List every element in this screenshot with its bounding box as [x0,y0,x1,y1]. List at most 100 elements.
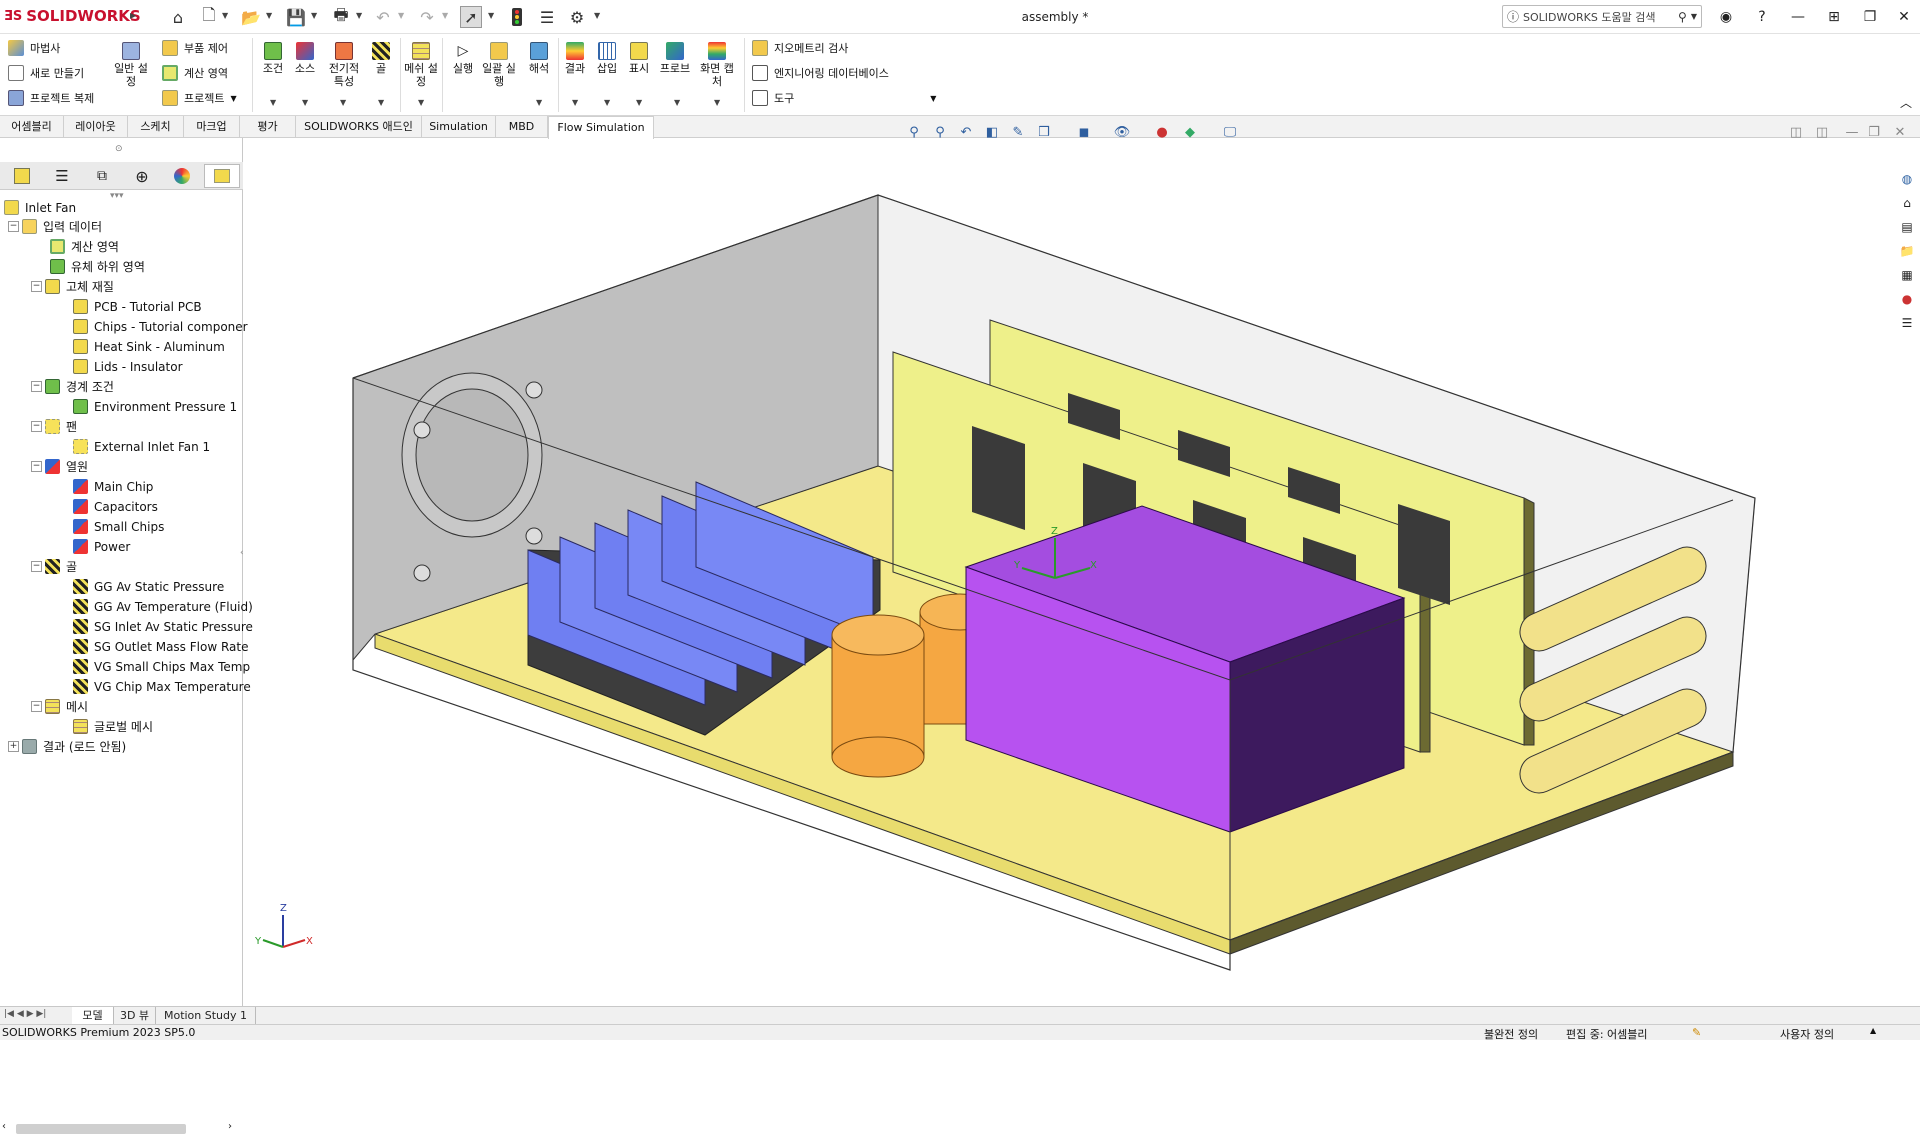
tab-assembly[interactable]: 어셈블리 [0,116,64,138]
home-icon[interactable]: ⌂ [1896,192,1918,214]
computational-domain-button[interactable]: 계산 영역 [162,63,228,83]
configuration-manager-tab[interactable]: ⧉ [84,164,120,188]
source-dropdown-icon[interactable]: ▼ [302,98,308,107]
project-button[interactable]: 프로젝트 ▼ [162,88,237,108]
collapse-toggle-icon[interactable]: − [31,281,42,292]
tab-simulation[interactable]: Simulation [422,116,496,138]
tab-addins[interactable]: SOLIDWORKS 애드인 [296,116,422,138]
appearances-icon[interactable]: ● [1896,288,1918,310]
panel-grip-icon[interactable]: ⊙ [115,144,123,154]
results-dropdown-icon[interactable]: ▼ [572,98,578,107]
tree-boundary-conditions[interactable]: − 경계 조건 [31,377,114,396]
tree-external-inlet-fan[interactable]: External Inlet Fan 1 [73,437,210,456]
feature-manager-tab[interactable] [4,164,40,188]
help-search-input[interactable]: ⓘ SOLIDWORKS 도움말 검색 ⚲ ▼ [1502,5,1702,28]
electrical-dropdown-icon[interactable]: ▼ [340,98,346,107]
insert-dropdown-icon[interactable]: ▼ [604,98,610,107]
display-manager-tab[interactable] [164,164,200,188]
units-dropdown-icon[interactable]: ▲ [1870,1026,1876,1035]
general-settings-button[interactable]: 일반 설정 [114,42,148,88]
tab-nav-arrows-icon[interactable]: |◀ ◀ ▶ ▶| [4,1009,46,1019]
tree-source-small-chips[interactable]: Small Chips [73,517,164,536]
property-manager-tab[interactable]: ☰ [44,164,80,188]
collapse-toggle-icon[interactable]: − [31,561,42,572]
tree-material-lids[interactable]: Lids - Insulator [73,357,183,376]
results-button[interactable]: 결과 [558,42,592,75]
tree-results[interactable]: + 결과 (로드 안됨) [8,737,126,756]
solidworks-resources-icon[interactable]: ◍ [1896,168,1918,190]
tree-material-heatsink[interactable]: Heat Sink - Aluminum [73,337,225,356]
tree-input-data[interactable]: − 입력 데이터 [8,217,102,236]
probe-dropdown-icon[interactable]: ▼ [674,98,680,107]
tab-layout[interactable]: 레이아웃 [64,116,128,138]
rebuild-status-icon[interactable]: ✎ [1692,1026,1701,1039]
tree-fluid-subdomain[interactable]: 유체 하위 영역 [50,257,145,276]
fan-inner-ring[interactable] [415,388,529,522]
tree-goals[interactable]: − 골 [31,557,77,576]
tree-goal-item[interactable]: VG Chip Max Temperature [73,677,251,696]
display-dropdown-icon[interactable]: ▼ [636,98,642,107]
small-chip[interactable] [972,426,1025,530]
tree-heat-sources[interactable]: − 열원 [31,457,88,476]
tab-evaluate[interactable]: 평가 [240,116,296,138]
tree-mesh[interactable]: − 메시 [31,697,88,716]
tree-source-capacitors[interactable]: Capacitors [73,497,158,516]
restore-icon[interactable]: ❐ [1856,6,1884,28]
help-icon[interactable]: ? [1748,6,1776,28]
batch-run-button[interactable]: 일괄 실행 [482,42,516,88]
collapse-toggle-icon[interactable]: − [31,381,42,392]
electrical-button[interactable]: 전기적 특성 [324,42,364,88]
mesh-settings-button[interactable]: 메쉬 설정 [404,42,438,88]
tree-material-chips[interactable]: Chips - Tutorial componer [73,317,248,336]
scroll-left-icon[interactable]: ‹ [2,1121,6,1132]
dimxpert-tab[interactable]: ⊕ [124,164,160,188]
tree-goal-item[interactable]: SG Inlet Av Static Pressure [73,617,253,636]
mesh-dropdown-icon[interactable]: ▼ [418,98,424,107]
search-dropdown-icon[interactable]: ▼ [1691,12,1701,21]
source-button[interactable]: 소스 [288,42,322,75]
tree-goal-item[interactable]: SG Outlet Mass Flow Rate [73,637,248,656]
collapse-toggle-icon[interactable]: − [31,701,42,712]
tree-fans[interactable]: − 팬 [31,417,77,436]
tree-material-pcb[interactable]: PCB - Tutorial PCB [73,297,202,316]
condition-button[interactable]: 조건 [256,42,290,75]
solve-dropdown-icon[interactable]: ▼ [536,98,542,107]
tree-horizontal-scrollbar[interactable]: ‹ › [0,1120,240,1136]
tree-computational-domain[interactable]: 계산 영역 [50,237,119,256]
capture-dropdown-icon[interactable]: ▼ [714,98,720,107]
tree-environment-pressure[interactable]: Environment Pressure 1 [73,397,237,416]
wizard-button[interactable]: 마법사 [8,38,60,58]
tree-goal-item[interactable]: GG Av Static Pressure [73,577,224,596]
tree-goal-item[interactable]: GG Av Temperature (Fluid) [73,597,253,616]
goal-button[interactable]: 골 [364,42,398,75]
tree-global-mesh[interactable]: 글로벌 메시 [73,717,153,736]
insert-button[interactable]: 삽입 [590,42,624,75]
collapse-ribbon-icon[interactable]: ︿ [1900,94,1912,111]
solve-button[interactable]: 해석 [522,42,556,75]
user-account-icon[interactable]: ◉ [1712,6,1740,28]
small-chip[interactable] [1398,504,1450,605]
condition-dropdown-icon[interactable]: ▼ [270,98,276,107]
tab-3d-views[interactable]: 3D 뷰 [114,1007,156,1025]
expand-toggle-icon[interactable]: + [8,741,19,752]
probe-button[interactable]: 프로브 [658,42,692,75]
clone-project-button[interactable]: 프로젝트 복제 [8,88,94,108]
design-library-icon[interactable]: ▤ [1896,216,1918,238]
engineering-database-button[interactable]: 엔지니어링 데이터베이스 [752,63,889,83]
scroll-right-icon[interactable]: › [228,1121,232,1132]
project-dropdown-icon[interactable]: ▼ [230,94,236,103]
display-button[interactable]: 표시 [622,42,656,75]
collapse-toggle-icon[interactable]: − [8,221,19,232]
goal-dropdown-icon[interactable]: ▼ [378,98,384,107]
run-button[interactable]: ▷ 실행 [446,42,480,75]
close-icon[interactable]: ✕ [1890,6,1918,28]
screen-capture-button[interactable]: 화면 캡처 [700,42,734,88]
tools-button[interactable]: 도구 ▼ [752,88,936,108]
custom-properties-icon[interactable]: ☰ [1896,312,1918,334]
tab-markup[interactable]: 마크업 [184,116,240,138]
flow-simulation-tab[interactable] [204,164,240,188]
tab-motion-study[interactable]: Motion Study 1 [156,1007,256,1025]
component-control-button[interactable]: 부품 제어 [162,38,228,58]
panel-splitter[interactable]: ▾▾▾ [110,191,124,201]
minimize-icon[interactable]: — [1784,6,1812,28]
